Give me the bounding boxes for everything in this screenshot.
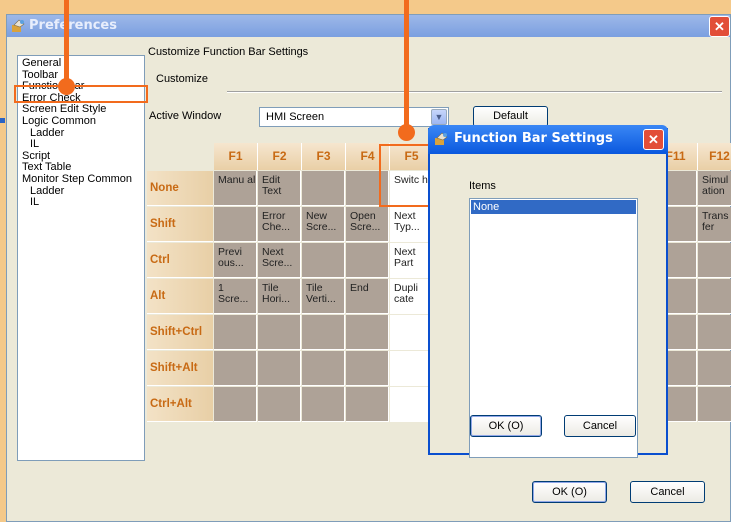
grid-cell[interactable]	[302, 171, 345, 206]
grid-cell[interactable]: End	[346, 279, 389, 314]
grid-cell[interactable]: 1 Scre...	[214, 279, 257, 314]
edge-marker	[0, 118, 5, 123]
grid-cell[interactable]: Edit Text	[258, 171, 301, 206]
tree-item[interactable]: Monitor Step Common	[18, 174, 144, 186]
column-header: F12	[698, 143, 731, 170]
grid-cell[interactable]: Trans fer	[698, 207, 731, 242]
grid-cell[interactable]	[698, 315, 731, 350]
grid-corner	[147, 143, 213, 170]
tree-item[interactable]: General	[18, 58, 144, 70]
row-header: Shift+Ctrl	[147, 315, 213, 350]
chevron-down-icon[interactable]: ▼	[431, 109, 447, 125]
grid-cell[interactable]: Simul ation	[698, 171, 731, 206]
dialog-cancel-button[interactable]: Cancel	[564, 415, 636, 437]
grid-cell[interactable]: Next Part	[390, 243, 433, 278]
callout-arrow-right	[404, 0, 409, 128]
grid-cell[interactable]	[214, 315, 257, 350]
tree-item[interactable]: Ladder	[18, 128, 144, 140]
app-icon	[12, 19, 25, 32]
dialog-title-bar[interactable]: Function Bar Settings ✕	[428, 125, 668, 154]
grid-cell[interactable]	[302, 315, 345, 350]
tree-item[interactable]: Logic Common	[18, 116, 144, 128]
callout-dot-right	[398, 124, 415, 141]
tree-item[interactable]: IL	[18, 197, 144, 209]
items-label: Items	[469, 180, 496, 192]
column-header: F2	[258, 143, 302, 170]
tree-item[interactable]: Text Table	[18, 162, 144, 174]
list-item-selected[interactable]: None	[471, 200, 636, 214]
dialog-close-button[interactable]: ✕	[643, 129, 664, 150]
callout-arrow-left	[64, 0, 69, 80]
separator	[227, 91, 722, 93]
grid-cell[interactable]	[258, 315, 301, 350]
callout-dot-left	[58, 78, 75, 95]
tree-item[interactable]: Script	[18, 151, 144, 163]
tree-item[interactable]: Toolbar	[18, 70, 144, 82]
grid-cell[interactable]	[258, 351, 301, 386]
active-window-select[interactable]: HMI Screen ▼	[259, 107, 449, 127]
active-window-value: HMI Screen	[266, 111, 325, 123]
switch-cell-highlight	[379, 144, 430, 207]
row-header: None	[147, 171, 213, 206]
row-header: Alt	[147, 279, 213, 314]
active-window-label: Active Window	[149, 110, 222, 122]
grid-cell[interactable]	[698, 387, 731, 422]
grid-cell[interactable]	[346, 387, 389, 422]
grid-cell[interactable]	[346, 315, 389, 350]
function-bar-settings-dialog: Function Bar Settings ✕ Items None OK (O…	[428, 125, 668, 458]
grid-cell[interactable]	[698, 243, 731, 278]
grid-cell[interactable]: Next Typ...	[390, 207, 433, 242]
category-tree[interactable]: General Toolbar Function Bar Error Check Scr…	[17, 55, 145, 461]
grid-cell[interactable]	[346, 351, 389, 386]
column-header: F3	[302, 143, 346, 170]
cancel-button[interactable]: Cancel	[630, 481, 705, 503]
row-header: Ctrl+Alt	[147, 387, 213, 422]
title-bar[interactable]: Preferences ✕	[7, 15, 730, 37]
window-close-button[interactable]: ✕	[709, 16, 730, 37]
grid-cell[interactable]	[698, 351, 731, 386]
column-header: F1	[214, 143, 258, 170]
row-header: Ctrl	[147, 243, 213, 278]
grid-cell[interactable]	[214, 387, 257, 422]
grid-cell[interactable]: New Scre...	[302, 207, 345, 242]
function-bar-highlight	[14, 85, 148, 103]
grid-cell[interactable]	[390, 351, 433, 386]
tree-item[interactable]: IL	[18, 139, 144, 151]
grid-cell[interactable]: Error Che...	[258, 207, 301, 242]
grid-cell[interactable]	[390, 387, 433, 422]
grid-cell[interactable]: Next Scre...	[258, 243, 301, 278]
row-header: Shift+Alt	[147, 351, 213, 386]
grid-cell[interactable]	[698, 279, 731, 314]
grid-cell[interactable]	[346, 243, 389, 278]
default-button[interactable]: Default	[473, 106, 548, 127]
grid-cell[interactable]: Manu al	[214, 171, 257, 206]
grid-cell[interactable]	[302, 243, 345, 278]
grid-cell[interactable]: Open Scre...	[346, 207, 389, 242]
group-title: Customize Function Bar Settings	[148, 46, 309, 58]
ok-button[interactable]: OK (O)	[532, 481, 607, 503]
grid-cell[interactable]	[258, 387, 301, 422]
customize-label: Customize	[156, 73, 208, 85]
tree-item[interactable]: Screen Edit Style	[18, 104, 144, 116]
grid-cell[interactable]	[302, 387, 345, 422]
window-title: Preferences	[29, 18, 117, 33]
tree-item[interactable]: Ladder	[18, 186, 144, 198]
row-header: Shift	[147, 207, 213, 242]
grid-cell[interactable]	[390, 315, 433, 350]
grid-cell[interactable]: Tile Verti...	[302, 279, 345, 314]
app-icon	[435, 132, 448, 145]
grid-cell[interactable]	[214, 207, 257, 242]
dialog-ok-button[interactable]: OK (O)	[470, 415, 542, 437]
grid-cell[interactable]	[302, 351, 345, 386]
grid-cell[interactable]: Dupli cate	[390, 279, 433, 314]
dialog-title: Function Bar Settings	[454, 131, 613, 146]
grid-cell[interactable]: Tile Hori...	[258, 279, 301, 314]
grid-cell[interactable]: Previ ous...	[214, 243, 257, 278]
grid-cell[interactable]	[214, 351, 257, 386]
